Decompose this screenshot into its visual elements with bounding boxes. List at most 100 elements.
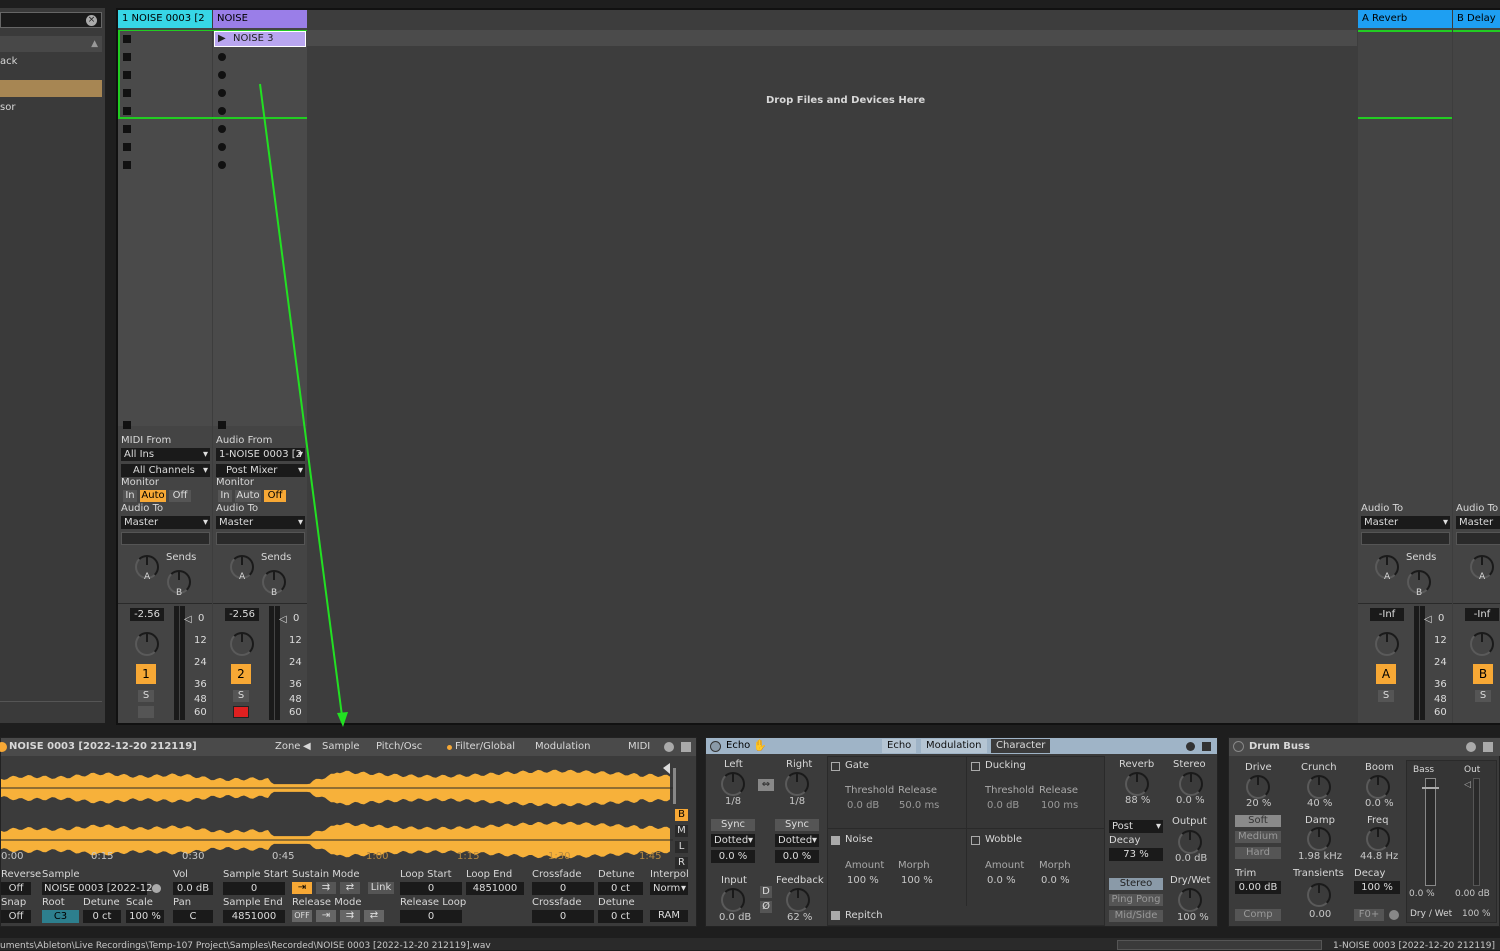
tab-zone[interactable]: Zone — [275, 741, 300, 752]
hard-button[interactable]: Hard — [1235, 847, 1281, 859]
right-offset-field[interactable]: 0.0 % — [775, 850, 819, 863]
monitor-off-button[interactable]: Off — [169, 490, 191, 502]
detune-field[interactable]: 0 ct — [598, 882, 643, 895]
solo-button[interactable]: S — [138, 690, 154, 702]
decay-field[interactable]: 73 % — [1109, 848, 1163, 861]
clip-record-icon[interactable] — [218, 53, 226, 61]
release-mode-button[interactable]: ⇥ — [316, 910, 336, 922]
root-note-field[interactable]: C3 — [42, 910, 79, 923]
tab-midi[interactable]: MIDI — [628, 741, 650, 752]
side-m-button[interactable]: M — [675, 825, 688, 837]
mid-side-mode-button[interactable]: Mid/Side — [1109, 910, 1163, 922]
ducking-release-value[interactable]: 100 ms — [1041, 800, 1078, 811]
hot-swap-icon[interactable] — [1186, 742, 1195, 751]
sustain-mode-button[interactable]: ⇥ — [292, 882, 312, 894]
repitch-checkbox[interactable] — [831, 911, 840, 920]
return-pan-knob[interactable] — [1375, 632, 1399, 656]
save-preset-icon[interactable] — [1483, 742, 1493, 752]
input-knob[interactable] — [721, 888, 745, 912]
arm-button[interactable] — [233, 706, 249, 718]
clip-stop-icon[interactable] — [123, 53, 131, 61]
pan-field[interactable]: C — [173, 910, 213, 923]
track-pan-knob[interactable] — [230, 632, 254, 656]
dry-wet-knob[interactable] — [1178, 888, 1202, 912]
loop-end-field[interactable]: 4851000 — [466, 882, 524, 895]
release-mode-button[interactable]: ⇄ — [364, 910, 384, 922]
transients-knob[interactable] — [1307, 883, 1331, 907]
left-dotted-select[interactable]: Dotted — [711, 834, 755, 847]
audio-to-channel[interactable] — [216, 532, 305, 545]
zone-arrow-icon[interactable]: ◀ — [303, 741, 311, 752]
volume-fader-icon[interactable]: ◁ — [279, 614, 287, 625]
freq-knob[interactable] — [1366, 827, 1390, 851]
clip-stop-icon[interactable] — [123, 71, 131, 79]
solo-button[interactable]: S — [233, 690, 249, 702]
audio-to-channel[interactable] — [1456, 532, 1500, 545]
track-volume[interactable]: -2.56 — [130, 608, 164, 621]
ducking-checkbox[interactable] — [971, 762, 980, 771]
tab-modulation[interactable]: Modulation — [921, 739, 987, 753]
right-dotted-select[interactable]: Dotted — [775, 834, 819, 847]
hot-swap-icon[interactable] — [664, 742, 674, 752]
drop-zone-label[interactable]: Drop Files and Devices Here — [766, 95, 925, 106]
noise-amount-value[interactable]: 100 % — [847, 875, 879, 886]
track-2-header[interactable]: NOISE — [213, 10, 307, 28]
clip-stop-icon[interactable] — [123, 89, 131, 97]
track-stop-all-icon[interactable] — [218, 421, 226, 429]
right-time-knob[interactable] — [785, 772, 809, 796]
monitor-auto-button[interactable]: Auto — [235, 490, 261, 502]
clip-stop-icon[interactable] — [123, 107, 131, 115]
clip-record-icon[interactable] — [218, 89, 226, 97]
sustain-mode-button[interactable]: ⇄ — [340, 882, 360, 894]
audio-to-select[interactable]: Master — [1361, 516, 1450, 529]
track-pan-knob[interactable] — [135, 632, 159, 656]
clip-play-icon[interactable]: ▶ — [218, 33, 226, 44]
save-preset-icon[interactable] — [681, 742, 691, 752]
drive-knob[interactable] — [1246, 775, 1270, 799]
track-volume[interactable]: -2.56 — [225, 608, 259, 621]
comp-button[interactable]: Comp — [1235, 909, 1281, 921]
wobble-amount-value[interactable]: 0.0 % — [987, 875, 1016, 886]
f0-button[interactable]: F0+ — [1354, 909, 1384, 921]
left-offset-field[interactable]: 0.0 % — [711, 850, 755, 863]
midi-channel-select[interactable]: All Channels — [121, 464, 210, 477]
return-a-header[interactable]: A Reverb — [1358, 10, 1452, 28]
damp-knob[interactable] — [1307, 827, 1331, 851]
feedback-knob[interactable] — [786, 888, 810, 912]
audio-to-select[interactable]: Master — [1456, 516, 1500, 529]
crossfade-field[interactable]: 0 — [532, 882, 594, 895]
return-activator-button[interactable]: B — [1473, 664, 1493, 684]
left-time-knob[interactable] — [721, 772, 745, 796]
monitor-auto-button[interactable]: Auto — [140, 490, 166, 502]
vol-field[interactable]: 0.0 dB — [173, 882, 213, 895]
sample-end-field[interactable]: 4851000 — [223, 910, 285, 923]
solo-button[interactable]: S — [1475, 690, 1491, 702]
track-stop-all-icon[interactable] — [123, 421, 131, 429]
link-channels-button[interactable]: ⇔ — [758, 779, 774, 791]
sample-options-icon[interactable] — [152, 884, 161, 893]
clip-stop-icon[interactable] — [123, 143, 131, 151]
ram-button[interactable]: RAM — [650, 910, 688, 922]
return-activator-button[interactable]: A — [1376, 664, 1396, 684]
interpolation-select[interactable]: Norm — [650, 882, 688, 895]
monitor-in-button[interactable]: In — [123, 490, 137, 502]
right-sync-button[interactable]: Sync — [775, 819, 819, 831]
ping-pong-mode-button[interactable]: Ping Pong — [1109, 894, 1163, 906]
zoom-scrollbar[interactable] — [673, 768, 676, 804]
return-volume[interactable]: -Inf — [1465, 608, 1499, 621]
hot-swap-icon[interactable] — [1466, 742, 1476, 752]
tab-pitch-osc[interactable]: Pitch/Osc — [376, 741, 422, 752]
medium-button[interactable]: Medium — [1235, 831, 1281, 843]
reverse-toggle[interactable]: Off — [1, 882, 31, 895]
crossfade-field[interactable]: 0 — [532, 910, 594, 923]
output-knob[interactable] — [1178, 830, 1202, 854]
ducking-threshold-value[interactable]: 0.0 dB — [987, 800, 1019, 811]
out-fader-icon[interactable]: ◁ — [1464, 780, 1471, 790]
solo-button[interactable]: S — [1378, 690, 1394, 702]
clip-record-icon[interactable] — [218, 71, 226, 79]
reverb-position-select[interactable]: Post — [1109, 820, 1163, 833]
soft-button[interactable]: Soft — [1235, 815, 1281, 827]
sample-start-field[interactable]: 0 — [223, 882, 285, 895]
audio-to-channel[interactable] — [121, 532, 210, 545]
crunch-knob[interactable] — [1307, 775, 1331, 799]
